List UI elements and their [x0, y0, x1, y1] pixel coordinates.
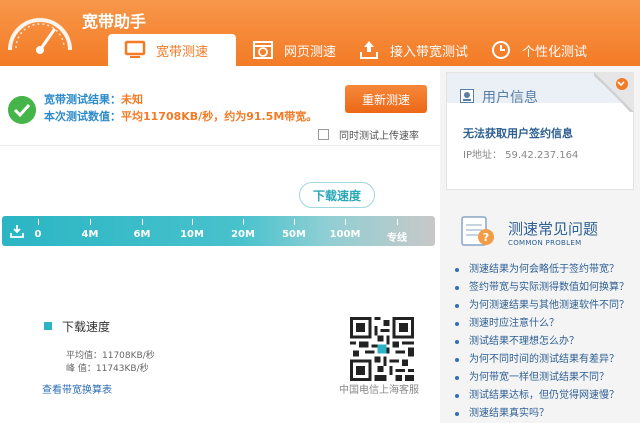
faq-item[interactable]: 为何不同时间的测试结果有差异？	[455, 351, 640, 369]
faq-subtitle: COMMON PROBLEM	[508, 239, 582, 247]
scale-tick	[142, 219, 143, 225]
scale-tick-label: 100M	[329, 229, 361, 240]
peak-speed: 峰 值：11743KB/秒	[66, 364, 149, 374]
faq-item[interactable]: 为何带宽一样但测试结果不同？	[455, 369, 640, 387]
faq-item[interactable]: 测速结果真实吗？	[455, 405, 640, 423]
download-tray-icon	[10, 225, 24, 238]
tab-label: 个性化测试	[522, 44, 588, 60]
tab-custom-test[interactable]: 个性化测试	[478, 34, 598, 66]
faq-item[interactable]: 测速时应注意什么？	[455, 315, 640, 333]
scale-tick	[345, 219, 346, 225]
scale-tick-label: 4M	[81, 229, 99, 240]
result-value-key: 本次测试数值：	[44, 110, 121, 123]
faq-item[interactable]: 签约带宽与实际测得数值如何换算？	[455, 279, 640, 297]
scale-tick-label: 10M	[180, 229, 204, 240]
tab-access-bandwidth[interactable]: 接入带宽测试	[346, 34, 478, 66]
scale-tick-label: 50M	[282, 229, 306, 240]
retest-button[interactable]: 重新测速	[345, 85, 427, 113]
monitor-icon	[124, 40, 146, 58]
upload-test-checkbox[interactable]	[318, 129, 329, 140]
speedometer-logo-icon	[8, 18, 72, 54]
download-speed-bubble: 下载速度	[299, 182, 375, 208]
qr-caption: 中国电信上海客服	[339, 385, 419, 396]
faq-item[interactable]: 为何测速结果与其他测速软件不同？	[455, 297, 640, 315]
result-value-text: 平均11708KB/秒，约为91.5M带宽。	[121, 110, 318, 123]
scale-tick	[243, 219, 244, 225]
app-title: 宽带助手	[82, 12, 147, 31]
scale-tick	[397, 219, 398, 225]
faq-item[interactable]: 测试结果达标，但仍觉得网速慢？	[455, 387, 640, 405]
result-status-key: 宽带测试结果：	[44, 93, 121, 106]
scale-tick	[294, 219, 295, 225]
page-fold-icon[interactable]	[594, 72, 634, 112]
scale-tick-label: 6M	[133, 229, 151, 240]
result-status-value: 未知	[121, 93, 143, 106]
tab-speed-test[interactable]: 宽带测速	[108, 34, 236, 66]
faq-list: 测速结果为何会略低于签约带宽？ 签约带宽与实际测得数值如何换算？ 为何测速结果与其他…	[455, 261, 640, 423]
scale-tick	[192, 219, 193, 225]
scale-tick-label: 20M	[231, 229, 255, 240]
user-info-title: 用户信息	[482, 90, 538, 106]
upload-test-label: 同时测试上传速率	[339, 131, 419, 142]
qr-code-icon	[350, 317, 414, 381]
faq-item[interactable]: 测试结果不理想怎么办？	[455, 333, 640, 351]
faq-title: 测速常见问题	[508, 220, 599, 238]
user-info-note: 无法获取用户签约信息	[463, 127, 573, 140]
bandwidth-conversion-link[interactable]: 查看带宽换算表	[42, 381, 112, 396]
speed-scale-bar: 0 4M 6M 10M 20M 50M 100M 专线	[2, 216, 435, 246]
upload-tray-icon	[360, 41, 378, 59]
scale-tick-label: 专线	[387, 233, 407, 244]
ip-address: IP地址： 59.42.237.164	[463, 150, 579, 161]
upload-test-option[interactable]: 同时测试上传速率	[318, 127, 419, 142]
tab-label: 网页测速	[284, 44, 337, 60]
faq-item[interactable]: 测速结果为何会略低于签约带宽？	[455, 261, 640, 279]
svg-text:?: ?	[483, 231, 489, 244]
download-speed-title: 下载速度	[62, 320, 111, 334]
check-circle-icon	[8, 96, 36, 124]
main-tabs: 宽带测速 网页测速 接入带宽测试 个性化测试	[108, 34, 598, 66]
tab-label: 宽带测速	[156, 44, 209, 60]
result-value-line: 本次测试数值：平均11708KB/秒，约为91.5M带宽。	[44, 108, 317, 124]
scale-tick-label: 0	[34, 229, 42, 240]
tab-web-speed[interactable]: 网页测速	[236, 34, 346, 66]
scale-tick	[38, 219, 39, 225]
average-speed: 平均值：11708KB/秒	[66, 351, 155, 361]
clock-icon	[492, 41, 510, 59]
tab-label: 接入带宽测试	[390, 44, 469, 60]
download-legend-square	[44, 322, 52, 330]
scale-tick	[90, 219, 91, 225]
browser-icon	[253, 41, 273, 59]
faq-document-icon: ?	[461, 216, 494, 246]
result-status-line: 宽带测试结果：未知	[44, 91, 143, 107]
id-card-icon	[460, 89, 474, 103]
app-header: 宽带助手 宽带测速 网页测速 接入带宽测试 个性化测试	[0, 0, 640, 66]
